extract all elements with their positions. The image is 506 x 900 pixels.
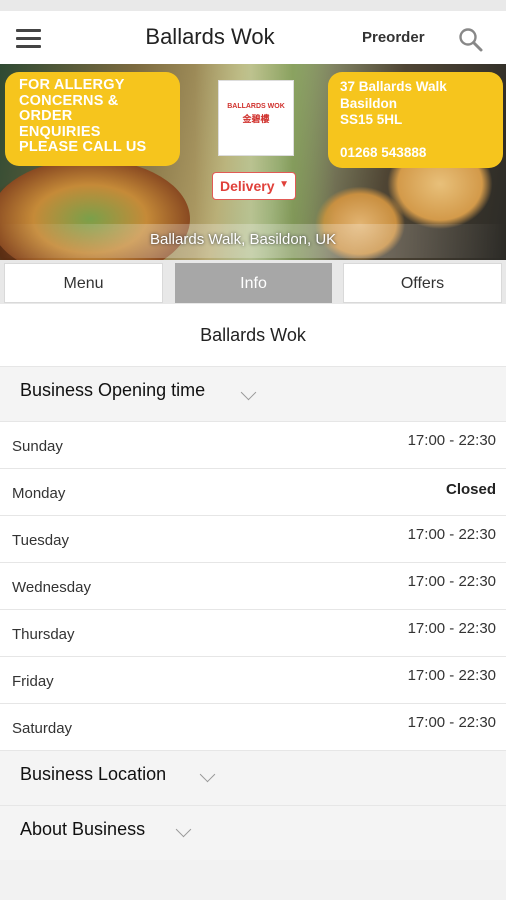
hours-row: Sunday 17:00 - 22:30	[0, 421, 506, 468]
chevron-down-icon	[240, 384, 257, 401]
address-badge: 37 Ballards Walk Basildon SS15 5HL 01268…	[328, 72, 503, 168]
hours-row: Tuesday 17:00 - 22:30	[0, 515, 506, 562]
restaurant-logo: BALLARDS WOK 金碧樓	[218, 80, 294, 156]
dropdown-arrow-icon: ▼	[279, 179, 289, 190]
status-strip	[0, 0, 506, 11]
location-text: Ballards Walk, Basildon, UK	[150, 231, 337, 248]
tab-info[interactable]: Info	[175, 263, 332, 303]
chevron-down-icon	[175, 821, 192, 838]
delivery-select[interactable]: Delivery ▼	[212, 172, 296, 200]
hours-row: Saturday 17:00 - 22:30	[0, 703, 506, 750]
preorder-button[interactable]: Preorder	[362, 29, 425, 46]
tab-bar: Menu Info Offers	[0, 260, 506, 304]
chevron-down-icon	[199, 766, 216, 783]
info-content: Ballards Wok Business Opening time Sunda…	[0, 304, 506, 860]
app-bar: Ballards Wok Preorder	[0, 11, 506, 64]
phone-number[interactable]: 01268 543888	[340, 145, 503, 162]
tab-menu[interactable]: Menu	[4, 263, 163, 303]
hours-row: Monday Closed	[0, 468, 506, 515]
opening-time-header[interactable]: Business Opening time	[0, 366, 506, 421]
about-business-header[interactable]: About Business	[0, 805, 506, 860]
tab-offers[interactable]: Offers	[343, 263, 502, 303]
hours-row: Thursday 17:00 - 22:30	[0, 609, 506, 656]
business-name: Ballards Wok	[0, 304, 506, 366]
hero-banner: FOR ALLERGY CONCERNS & ORDER ENQUIRIES P…	[0, 64, 506, 260]
search-icon[interactable]	[458, 27, 484, 53]
business-location-header[interactable]: Business Location	[0, 750, 506, 805]
allergy-notice-badge: FOR ALLERGY CONCERNS & ORDER ENQUIRIES P…	[5, 72, 180, 166]
page-title: Ballards Wok	[145, 24, 275, 49]
hours-row: Wednesday 17:00 - 22:30	[0, 562, 506, 609]
hours-row: Friday 17:00 - 22:30	[0, 656, 506, 703]
